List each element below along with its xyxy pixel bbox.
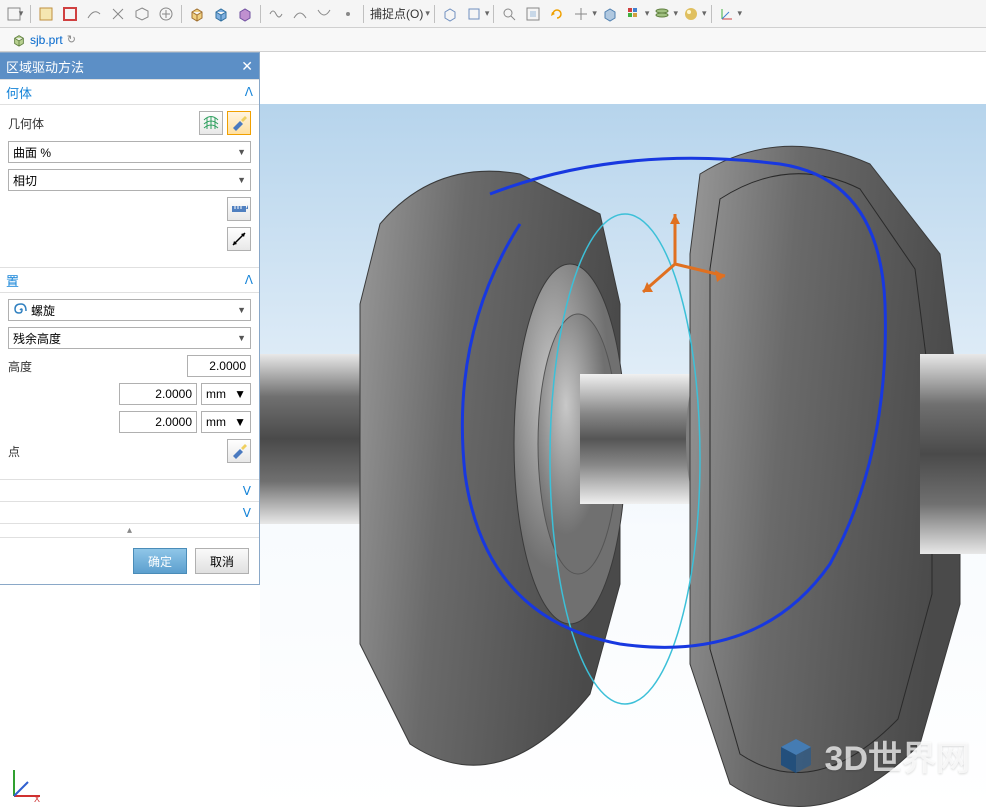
tb-icon-wcs[interactable] (716, 3, 738, 25)
grip-icon: ▴ (127, 525, 132, 536)
dropdown-arrow-icon: ▼ (237, 147, 246, 157)
value3-input[interactable] (119, 411, 197, 433)
tb-dropdown-1[interactable]: ▾ (4, 3, 26, 25)
dropdown-arrow-icon: ▼ (237, 333, 246, 343)
section-drive-header[interactable]: 置 ᐱ (0, 267, 259, 293)
tb-icon-red-box[interactable] (59, 3, 81, 25)
dropdown-arrow-icon: ▼ (234, 415, 246, 429)
tb-icon-curve2[interactable] (107, 3, 129, 25)
chevron-up-icon: ᐱ (245, 85, 253, 99)
surface-percent-select[interactable]: 曲面 % ▼ (8, 141, 251, 163)
tb-icon-grid[interactable] (623, 3, 645, 25)
file-tab-name: sjb.prt (30, 33, 63, 47)
watermark-text: 3D世界网 (825, 731, 970, 780)
tb-icon-rotate[interactable] (546, 3, 568, 25)
dropdown-arrow-icon: ▼ (237, 175, 246, 185)
height-input[interactable] (187, 355, 251, 377)
unit3-value: mm (206, 415, 226, 429)
value2-input[interactable] (119, 383, 197, 405)
surface-percent-value: 曲面 % (13, 144, 51, 161)
spiral-select[interactable]: 螺旋 ▼ (8, 299, 251, 321)
tb-icon-layer[interactable] (651, 3, 673, 25)
tb-icon-spline3[interactable] (313, 3, 335, 25)
flashlight-point-icon[interactable] (227, 439, 251, 463)
flashlight-icon[interactable] (227, 111, 251, 135)
ok-button[interactable]: 确定 (133, 548, 187, 574)
tangent-value: 相切 (13, 172, 37, 189)
tb-icon-sketch[interactable] (35, 3, 57, 25)
tb-icon-spline1[interactable] (265, 3, 287, 25)
chevron-up-icon: ᐱ (245, 273, 253, 287)
cancel-button[interactable]: 取消 (195, 548, 249, 574)
dropdown-arrow-icon: ▼ (234, 387, 246, 401)
spiral-icon (13, 303, 27, 317)
unit3-select[interactable]: mm ▼ (201, 411, 251, 433)
tangent-select[interactable]: 相切 ▼ (8, 169, 251, 191)
tb-icon-fit[interactable] (522, 3, 544, 25)
tb-icon-view2[interactable] (463, 3, 485, 25)
tb-icon-hex[interactable] (131, 3, 153, 25)
tb-icon-sphere[interactable] (680, 3, 702, 25)
chevron-down-icon: ᐯ (243, 484, 251, 498)
modified-icon: ↻ (67, 33, 76, 46)
part-file-icon (12, 33, 26, 47)
collapsed-section-1[interactable]: ᐯ (0, 479, 259, 501)
file-tab[interactable]: sjb.prt ↻ (4, 29, 84, 51)
tb-icon-view1[interactable] (439, 3, 461, 25)
chevron-down-icon: ᐯ (243, 506, 251, 520)
surface-mesh-icon[interactable] (199, 111, 223, 135)
tb-icon-box2[interactable] (210, 3, 232, 25)
snap-dropdown[interactable]: ▾ (425, 8, 430, 19)
tb-icon-spline2[interactable] (289, 3, 311, 25)
tb-icon-shaded[interactable] (599, 3, 621, 25)
snap-points-label[interactable]: 捕捉点(O) (368, 5, 425, 22)
watermark-cube-icon (775, 735, 817, 777)
collapsed-section-2[interactable]: ᐯ (0, 501, 259, 523)
swap-direction-icon[interactable] (227, 227, 251, 251)
tb-icon-box3[interactable] (234, 3, 256, 25)
main-toolbar: ▾ 捕捉点(O) ▾ ▾ ▾ ▾ ▾ ▾ ▾ (0, 0, 986, 28)
svg-text:X: X (34, 794, 40, 804)
tb-icon-box1[interactable] (186, 3, 208, 25)
point-label: 点 (8, 443, 20, 460)
spiral-value: 螺旋 (31, 302, 55, 319)
section-drive-label: 置 (6, 271, 19, 290)
tb-icon-dot[interactable] (337, 3, 359, 25)
area-drive-method-panel: 区域驱动方法 ✕ 何体 ᐱ 几何体 曲面 % ▼ 相切 ▼ (0, 52, 260, 585)
panel-titlebar: 区域驱动方法 ✕ (0, 53, 259, 79)
panel-button-row: 确定 取消 (0, 537, 259, 584)
tb-icon-zoom[interactable] (498, 3, 520, 25)
close-icon[interactable]: ✕ (241, 58, 253, 75)
height-label: 高度 (8, 358, 32, 375)
file-tab-bar: sjb.prt ↻ (0, 28, 986, 52)
section-geometry-header[interactable]: 何体 ᐱ (0, 79, 259, 105)
tb-icon-curve1[interactable] (83, 3, 105, 25)
unit2-select[interactable]: mm ▼ (201, 383, 251, 405)
wcs-triad-icon: X (6, 764, 46, 804)
watermark: 3D世界网 (775, 731, 970, 780)
panel-title-text: 区域驱动方法 (6, 57, 84, 76)
specify-geometry-label: 几何体 (8, 115, 44, 132)
panel-grip[interactable]: ▴ (0, 523, 259, 537)
residual-height-select[interactable]: 残余高度 ▼ (8, 327, 251, 349)
3d-viewport[interactable]: 3D世界网 (260, 104, 986, 810)
tb-icon-pan[interactable] (570, 3, 592, 25)
dropdown-arrow-icon: ▼ (237, 305, 246, 315)
residual-height-value: 残余高度 (13, 330, 61, 347)
model-crankshaft (260, 104, 986, 810)
section-geometry-label: 何体 (6, 83, 32, 102)
tb-icon-circle-plus[interactable] (155, 3, 177, 25)
ruler-icon[interactable] (227, 197, 251, 221)
unit2-value: mm (206, 387, 226, 401)
